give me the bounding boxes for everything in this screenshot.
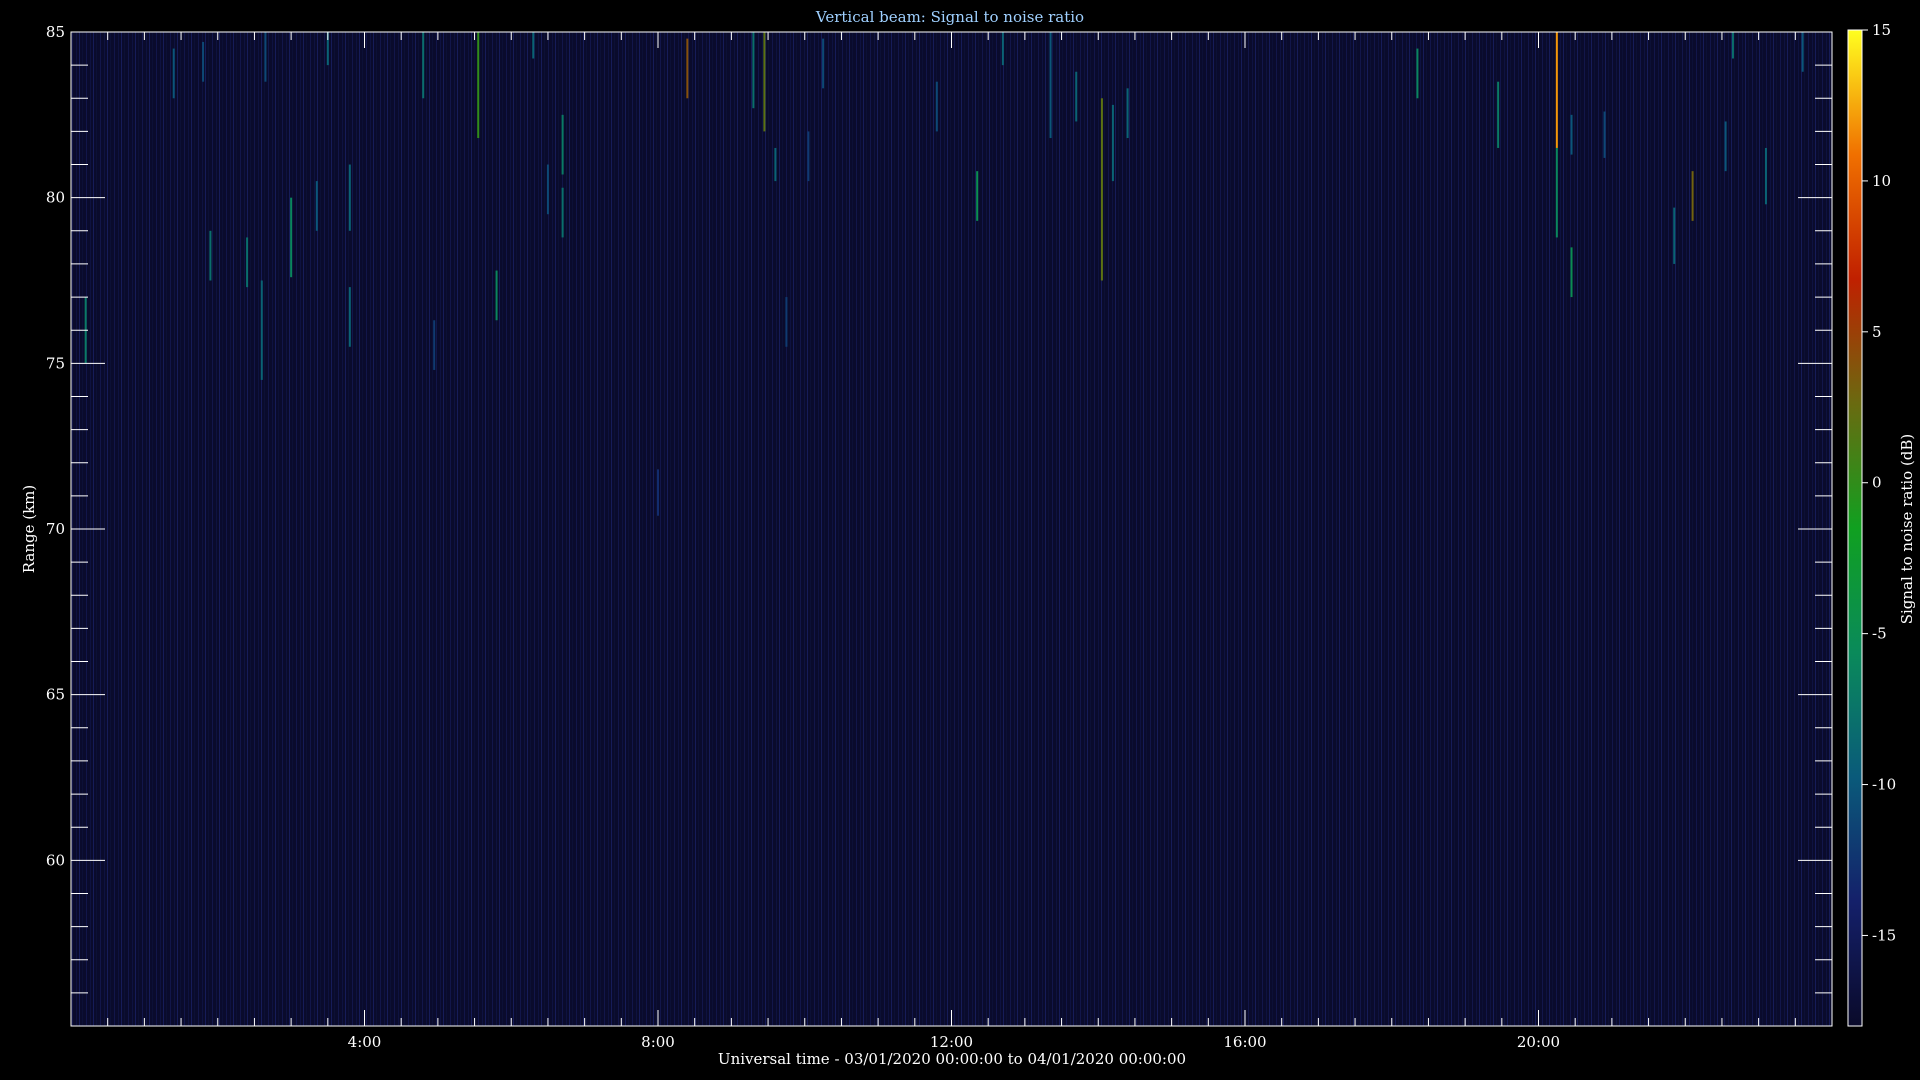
snr-streak [1126,88,1129,139]
snr-streak [1570,114,1573,155]
snr-streak [264,32,267,82]
snr-streak [1111,104,1114,182]
snr-streak [561,114,564,175]
snr-streak [561,187,564,238]
y-tick-label: 65 [46,686,65,704]
snr-streak [1724,121,1727,172]
snr-streak [1075,71,1078,122]
snr-streak [172,48,175,99]
colorbar-tick-label: 15 [1872,21,1891,39]
x-tick-label: 8:00 [641,1033,675,1051]
snr-streak [348,287,351,347]
snr-streak [1801,32,1804,72]
snr-streak [246,237,249,288]
snr-streak [1049,32,1052,139]
snr-streak [774,147,777,182]
x-tick-label: 4:00 [348,1033,382,1051]
snr-streak [495,270,498,321]
y-axis-label: Range (km) [20,485,38,574]
y-tick-label: 60 [46,851,65,869]
colorbar-tick-label: -5 [1872,625,1887,643]
snr-streak [935,81,938,132]
snr-streak [1001,32,1004,66]
colorbar-tick-label: -15 [1872,926,1896,944]
snr-streak [260,280,263,380]
snr-streak [209,230,212,281]
snr-streak [433,320,436,370]
snr-streak [657,469,659,516]
snr-streak [1673,207,1676,264]
chart-title: Vertical beam: Signal to noise ratio [815,8,1084,26]
colorbar-ticks: 15 10 5 0 -5 -10 -15 [1862,21,1896,944]
snr-streak [1497,81,1500,148]
snr-streak [1416,48,1419,99]
snr-streak [686,38,689,99]
x-tick-label: 16:00 [1223,1033,1266,1051]
snr-streak [202,41,205,82]
snr-streak [752,32,755,109]
heatmap-background [71,32,1832,1026]
y-tick-label: 75 [46,354,65,372]
snr-streak [1603,111,1606,158]
snr-streak [315,181,318,231]
plot-area: 4:00 8:00 12:00 16:00 20:00 60 65 70 75 80 85 [46,23,1833,1051]
snr-streak [763,32,766,132]
snr-streak [1555,32,1558,148]
snr-streak [1100,98,1103,281]
snr-streak [1555,147,1558,238]
snr-streak [546,164,549,215]
snr-streak [822,38,825,89]
x-axis-label: Universal time - 03/01/2020 00:00:00 to … [718,1050,1186,1068]
snr-streak [477,32,480,139]
colorbar: 15 10 5 0 -5 -10 -15 [1847,21,1896,1027]
snr-streak [807,131,810,182]
colorbar-tick-label: 10 [1872,172,1891,190]
x-tick-label: 12:00 [930,1033,973,1051]
colorbar-tick-label: 0 [1872,474,1882,492]
snr-streak [1570,247,1573,298]
snr-streak [785,297,788,347]
y-tick-label: 80 [46,189,65,207]
y-tick-label: 70 [46,520,65,538]
snr-streak [348,164,351,231]
colorbar-label: Signal to noise ratio (dB) [1898,434,1916,625]
snr-heatmap-chart: Vertical beam: Signal to noise ratio 4:0… [20,8,1916,1068]
snr-streak [290,197,293,278]
y-tick-label: 85 [46,23,65,41]
x-tick-label: 20:00 [1517,1033,1560,1051]
snr-streak [1691,171,1694,221]
snr-streak [1731,32,1734,59]
snr-streak [976,171,979,221]
snr-streak [422,32,425,99]
colorbar-tick-label: 5 [1872,323,1882,341]
snr-streak [1764,147,1767,205]
colorbar-tick-label: -10 [1872,776,1896,794]
colorbar-gradient [1847,29,1863,1027]
snr-streak [532,32,535,59]
